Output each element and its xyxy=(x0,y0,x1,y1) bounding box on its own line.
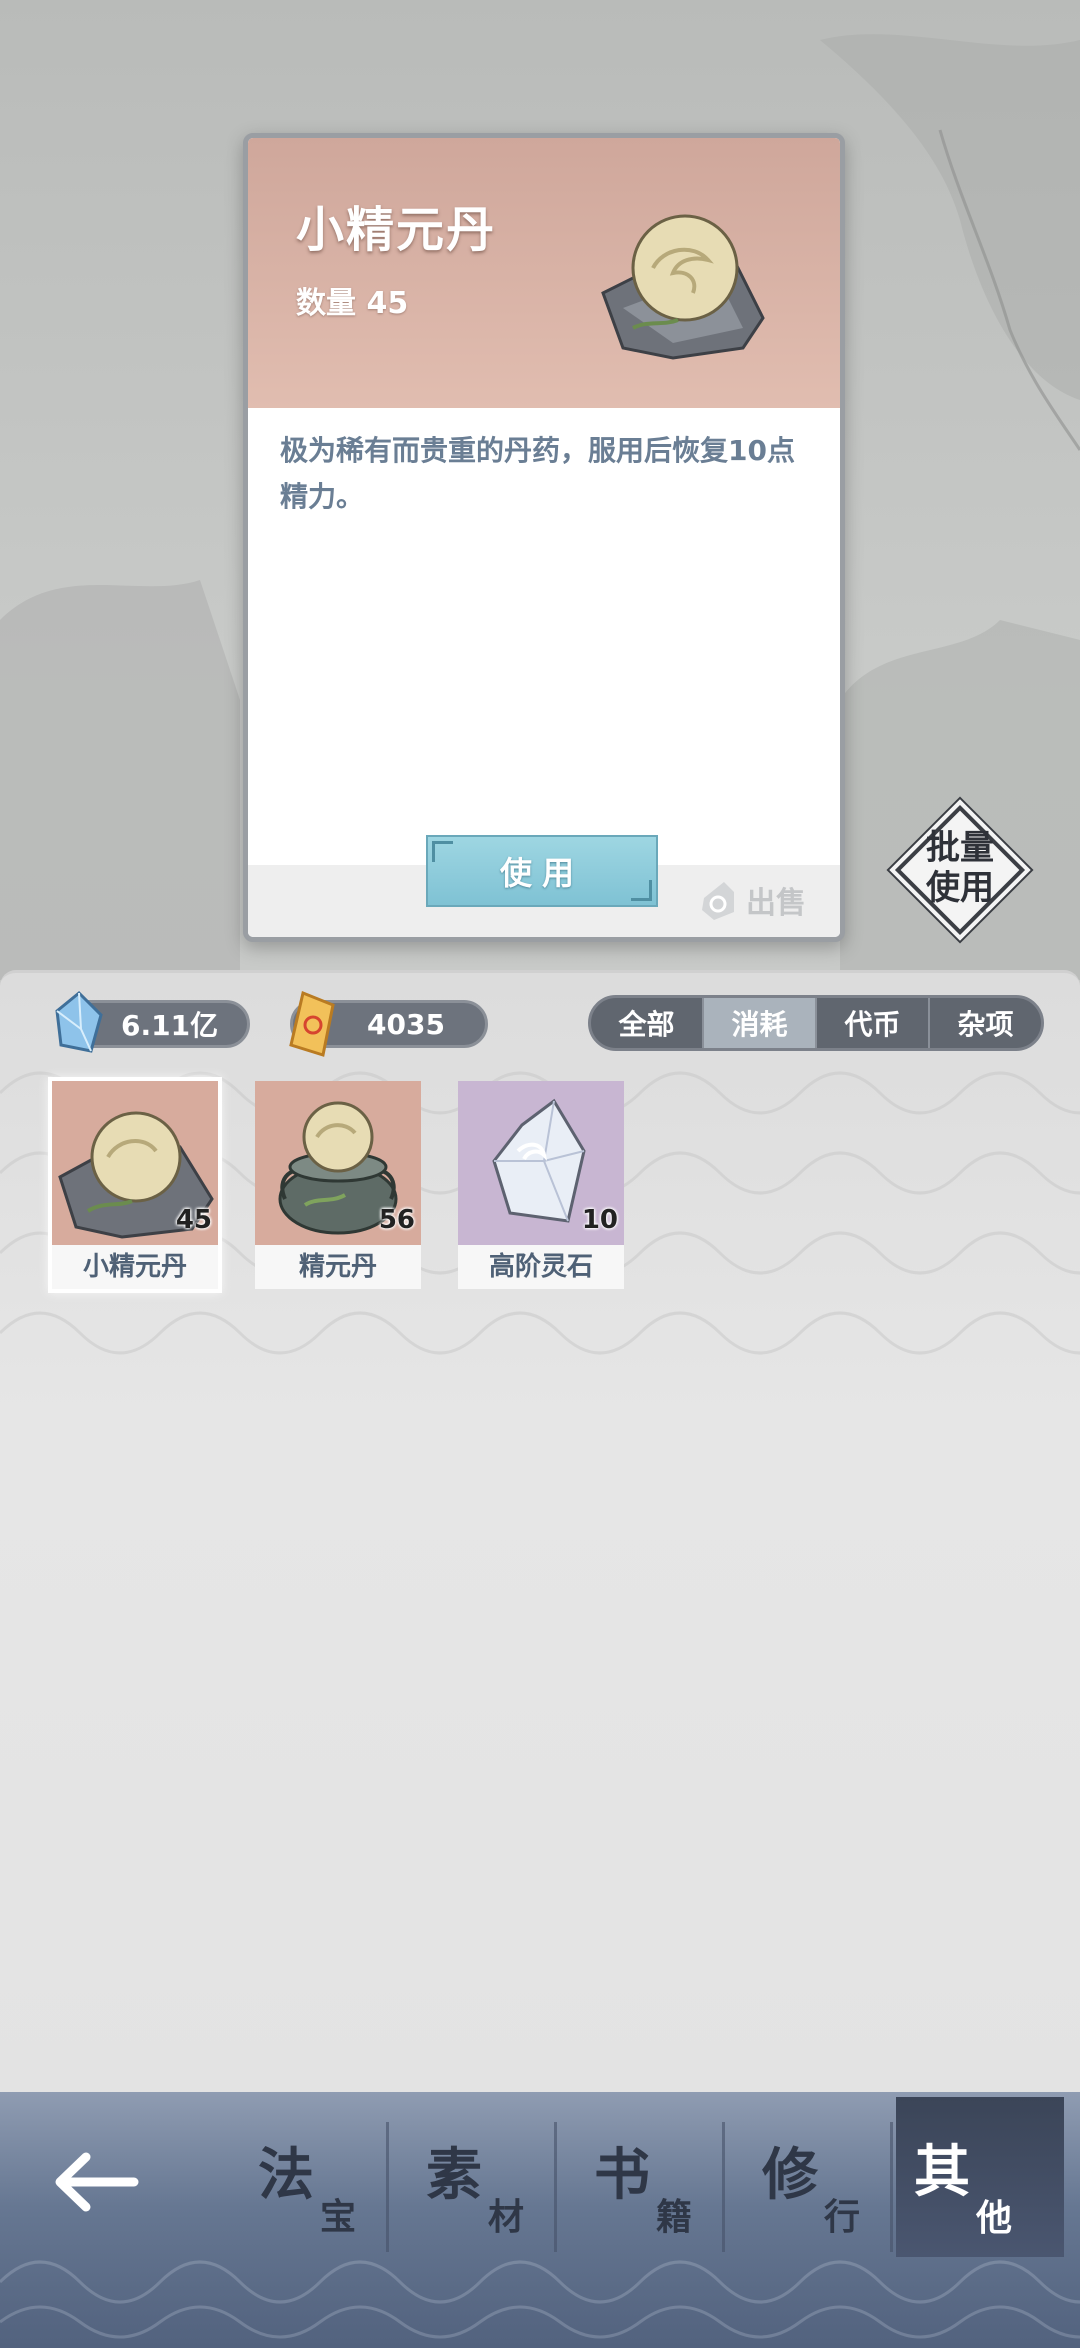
sell-tag-icon xyxy=(702,882,734,920)
nav-tab-cultivation[interactable]: 修 行 xyxy=(744,2122,904,2262)
quantity-value: 45 xyxy=(366,286,409,321)
filter-tab-token[interactable]: 代币 xyxy=(817,998,930,1048)
nav-divider xyxy=(722,2122,725,2252)
inventory-panel: 6.11亿 4035 全部 消耗 代币 杂项 45 小精元丹 56 精元丹 10… xyxy=(0,970,1080,2103)
item-slot-small-essence-pill[interactable]: 45 小精元丹 xyxy=(52,1081,218,1289)
use-button-label: 使用 xyxy=(499,854,584,892)
nav-divider xyxy=(890,2122,893,2252)
nav-divider xyxy=(386,2122,389,2252)
item-description: 极为稀有而贵重的丹药，服用后恢复10点精力。 xyxy=(280,434,795,513)
item-slot-essence-pill[interactable]: 56 精元丹 xyxy=(255,1081,421,1289)
filter-tab-all[interactable]: 全部 xyxy=(591,998,704,1048)
spirit-stone-currency: 6.11亿 xyxy=(55,990,250,1053)
token-currency: 4035 xyxy=(289,990,488,1057)
bottom-nav: 法 宝 素 材 书 籍 修 行 其 他 xyxy=(0,2092,1080,2348)
item-detail-card: 小精元丹 数量 45 极为稀有而贵重的丹药，服用后恢复10点精力。 使用 出售 xyxy=(243,133,845,942)
item-title: 小精元丹 xyxy=(296,202,497,258)
token-value: 4035 xyxy=(367,1007,445,1041)
sell-button[interactable]: 出售 xyxy=(698,875,828,925)
nav-tab-other[interactable]: 其 他 xyxy=(896,2097,1064,2257)
filter-tab-misc[interactable]: 杂项 xyxy=(930,998,1041,1048)
item-count: 56 xyxy=(378,1205,415,1235)
item-count: 10 xyxy=(581,1205,618,1235)
batch-use-label: 批量 使用 xyxy=(926,828,994,908)
batch-use-button[interactable]: 批量 使用 xyxy=(894,804,1026,936)
nav-divider xyxy=(554,2122,557,2252)
item-quantity: 数量 45 xyxy=(296,278,408,322)
quantity-label: 数量 xyxy=(296,286,356,321)
item-slot-high-spirit-stone[interactable]: 10 高阶灵石 xyxy=(458,1081,624,1289)
nav-tab-books[interactable]: 书 籍 xyxy=(576,2122,736,2262)
item-name: 精元丹 xyxy=(255,1245,421,1289)
item-name: 高阶灵石 xyxy=(458,1245,624,1289)
item-count: 45 xyxy=(175,1205,212,1235)
nav-tab-materials[interactable]: 素 材 xyxy=(408,2122,568,2262)
orange-talisman-icon xyxy=(289,990,335,1057)
blue-crystal-icon xyxy=(55,990,103,1053)
sell-label: 出售 xyxy=(746,886,806,921)
filter-tabs: 全部 消耗 代币 杂项 xyxy=(588,995,1044,1051)
nav-tab-treasure[interactable]: 法 宝 xyxy=(240,2122,400,2262)
pill-on-cloth-icon xyxy=(601,214,765,360)
spirit-stone-value: 6.11亿 xyxy=(121,1009,219,1042)
back-arrow-icon[interactable] xyxy=(50,2147,140,2217)
detail-header: 小精元丹 数量 45 xyxy=(248,138,840,408)
filter-tab-consumable[interactable]: 消耗 xyxy=(704,998,817,1048)
use-button[interactable]: 使用 xyxy=(426,835,658,907)
item-name: 小精元丹 xyxy=(52,1245,218,1289)
